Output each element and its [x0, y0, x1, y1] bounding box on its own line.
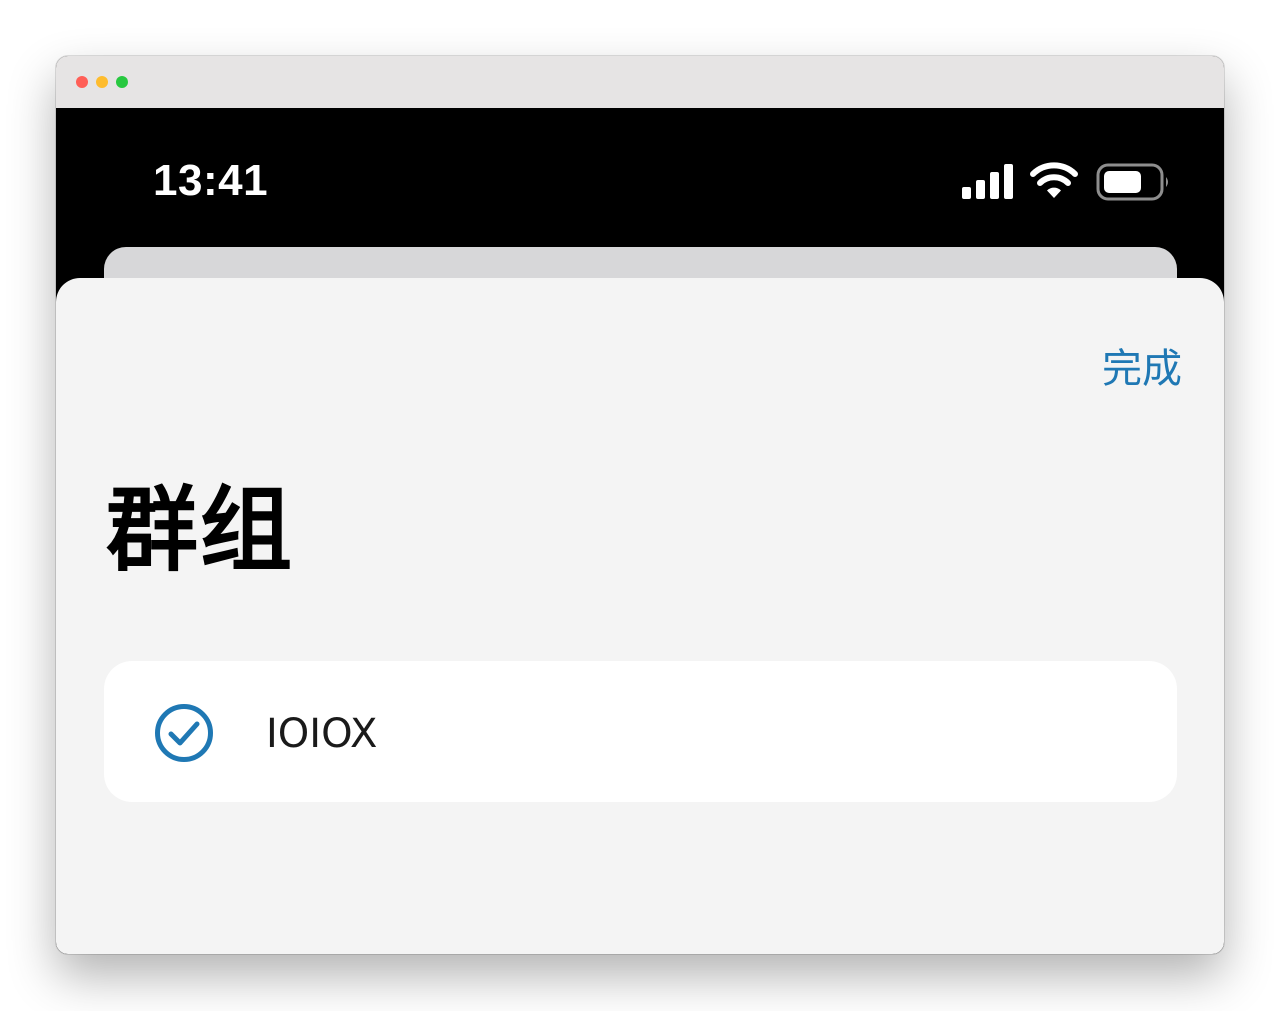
checkmark-circle-icon[interactable]: [154, 703, 214, 763]
page-title: 群组: [106, 477, 295, 584]
status-time: 13:41: [153, 156, 269, 205]
minimize-window-button[interactable]: [96, 76, 108, 88]
wifi-icon: [1030, 162, 1078, 198]
phone-screen: 13:41 完成 群组 IOIOX: [56, 108, 1224, 954]
app-window: 13:41 完成 群组 IOIOX: [56, 56, 1224, 954]
list-item[interactable]: IOIOX: [104, 661, 1177, 802]
group-name: IOIOX: [266, 711, 378, 757]
battery-icon: [1096, 163, 1168, 201]
groups-sheet: 完成 群组 IOIOX: [56, 278, 1224, 954]
window-titlebar: [56, 56, 1224, 108]
close-window-button[interactable]: [76, 76, 88, 88]
maximize-window-button[interactable]: [116, 76, 128, 88]
done-button[interactable]: 完成: [1102, 336, 1182, 394]
cellular-signal-icon: [962, 164, 1013, 199]
group-list: IOIOX: [104, 661, 1177, 802]
